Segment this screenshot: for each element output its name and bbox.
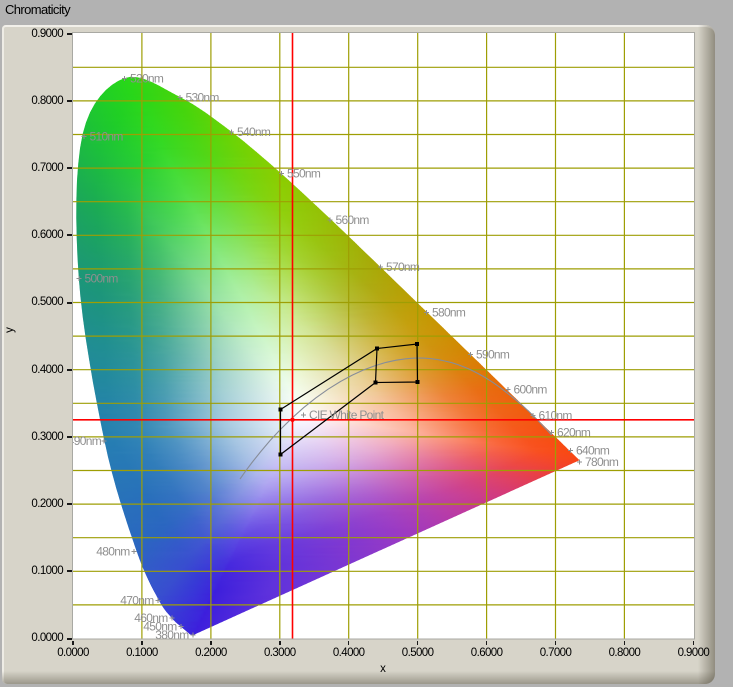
svg-text:490nm: 490nm (72, 434, 102, 448)
svg-text:470nm: 470nm (120, 594, 154, 608)
svg-text:560nm: 560nm (336, 213, 370, 227)
svg-text:480nm: 480nm (96, 545, 130, 559)
svg-text:380nm: 380nm (155, 628, 189, 640)
svg-text:540nm: 540nm (237, 125, 271, 139)
svg-text:580nm: 580nm (432, 306, 466, 320)
svg-text:590nm: 590nm (476, 348, 510, 362)
svg-text:520nm: 520nm (130, 72, 164, 86)
svg-text:570nm: 570nm (386, 260, 420, 274)
svg-text:610nm: 610nm (539, 409, 573, 423)
svg-text:510nm: 510nm (90, 130, 124, 144)
svg-text:500nm: 500nm (85, 272, 119, 286)
svg-text:550nm: 550nm (287, 167, 321, 181)
svg-text:600nm: 600nm (514, 383, 548, 397)
svg-text:CIE White Point: CIE White Point (309, 408, 385, 422)
svg-text:780nm: 780nm (585, 455, 619, 469)
svg-text:620nm: 620nm (557, 426, 591, 440)
svg-text:530nm: 530nm (186, 91, 220, 105)
